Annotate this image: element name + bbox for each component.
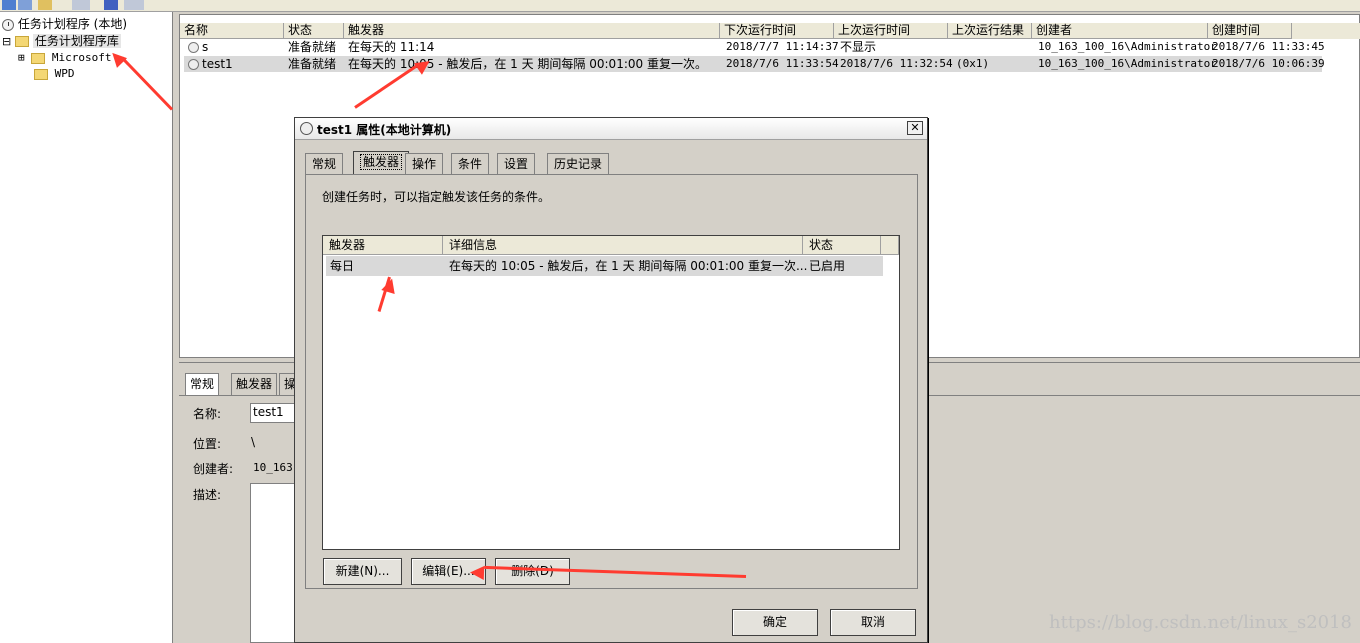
tab-triggers[interactable]: 触发器 xyxy=(353,151,410,175)
trigger-row-selected[interactable]: 每日 在每天的 10:05 - 触发后，在 1 天 期间每隔 00:01:00 … xyxy=(326,256,883,276)
navigation-tree: 任务计划程序 (本地) ⊟ 任务计划程序库 ⊞ Microsoft WPD xyxy=(0,12,173,643)
column-status[interactable]: 状态 xyxy=(284,23,344,39)
tab-conditions[interactable]: 条件 xyxy=(451,153,490,174)
clock-icon xyxy=(300,122,313,135)
task-list-header: 名称 状态 触发器 下次运行时间 上次运行时间 上次运行结果 创建者 创建时间 xyxy=(180,23,1360,39)
folder-icon xyxy=(34,68,48,80)
triggers-description: 创建任务时，可以指定触发该任务的条件。 xyxy=(322,190,551,204)
column-next-run[interactable]: 下次运行时间 xyxy=(720,23,834,39)
help-icon[interactable] xyxy=(104,0,118,10)
tab-actions[interactable]: 操作 xyxy=(405,153,444,174)
tab-general[interactable]: 常规 xyxy=(185,373,220,395)
delete-button[interactable]: 删除(D) xyxy=(495,558,570,585)
forward-icon[interactable] xyxy=(18,0,32,10)
annotation-arrow-head xyxy=(469,565,485,580)
clock-icon xyxy=(188,59,199,70)
column-name[interactable]: 名称 xyxy=(180,23,284,39)
tree-item-wpd[interactable]: WPD xyxy=(34,66,75,82)
view-icon[interactable] xyxy=(72,0,90,10)
folder-icon xyxy=(31,52,46,64)
new-button[interactable]: 新建(N)... xyxy=(323,558,402,585)
tab-history[interactable]: 历史记录 xyxy=(547,153,610,174)
task-row[interactable]: s 准备就绪 在每天的 11:14 2018/7/7 11:14:37 不显示 … xyxy=(184,39,1325,55)
back-icon[interactable] xyxy=(2,0,16,10)
folder-clock-icon xyxy=(15,36,30,47)
description-label: 描述: xyxy=(193,488,222,502)
location-label: 位置: xyxy=(193,437,222,451)
task-row-selected[interactable]: test1 准备就绪 在每天的 10:05 - 触发后，在 1 天 期间每隔 0… xyxy=(184,56,1325,72)
cancel-button[interactable]: 取消 xyxy=(830,609,916,636)
toolbar xyxy=(0,0,1360,12)
column-last-result[interactable]: 上次运行结果 xyxy=(948,23,1032,39)
watermark: https://blog.csdn.net/linux_s2018 xyxy=(1049,612,1352,633)
tree-item-microsoft[interactable]: ⊞ Microsoft xyxy=(18,50,111,66)
folder-icon[interactable] xyxy=(38,0,52,10)
expand-icon[interactable]: ⊞ xyxy=(18,51,25,64)
column-last-run[interactable]: 上次运行时间 xyxy=(834,23,948,39)
tab-general[interactable]: 常规 xyxy=(305,153,344,174)
tab-settings[interactable]: 设置 xyxy=(497,153,536,174)
column-trigger[interactable]: 触发器 xyxy=(323,236,443,255)
panel-icon[interactable] xyxy=(124,0,144,10)
author-value: 10_163 xyxy=(253,461,293,474)
column-details[interactable]: 详细信息 xyxy=(443,236,803,255)
trigger-list: 触发器 详细信息 状态 每日 在每天的 10:05 - 触发后，在 1 天 期间… xyxy=(322,235,900,550)
column-filler xyxy=(881,236,899,255)
tab-triggers[interactable]: 触发器 xyxy=(231,373,278,395)
dialog-titlebar[interactable]: test1 属性(本地计算机) ✕ xyxy=(295,118,927,140)
properties-dialog: test1 属性(本地计算机) ✕ 常规 触发器 操作 条件 设置 历史记录 创… xyxy=(294,117,928,643)
clock-icon xyxy=(188,42,199,53)
tree-item-root[interactable]: 任务计划程序 (本地) xyxy=(2,16,127,32)
author-label: 创建者: xyxy=(193,462,234,476)
column-author[interactable]: 创建者 xyxy=(1032,23,1208,39)
close-button[interactable]: ✕ xyxy=(907,121,923,135)
column-trigger[interactable]: 触发器 xyxy=(344,23,720,39)
dialog-title: test1 属性(本地计算机) xyxy=(317,123,452,137)
column-created[interactable]: 创建时间 xyxy=(1208,23,1292,39)
collapse-icon[interactable]: ⊟ xyxy=(2,35,11,48)
clock-icon xyxy=(2,18,14,31)
column-status[interactable]: 状态 xyxy=(803,236,881,255)
ok-button[interactable]: 确定 xyxy=(732,609,818,636)
tree-item-library[interactable]: ⊟ 任务计划程序库 xyxy=(2,33,121,49)
name-label: 名称: xyxy=(193,407,222,421)
location-value: \ xyxy=(251,435,256,449)
